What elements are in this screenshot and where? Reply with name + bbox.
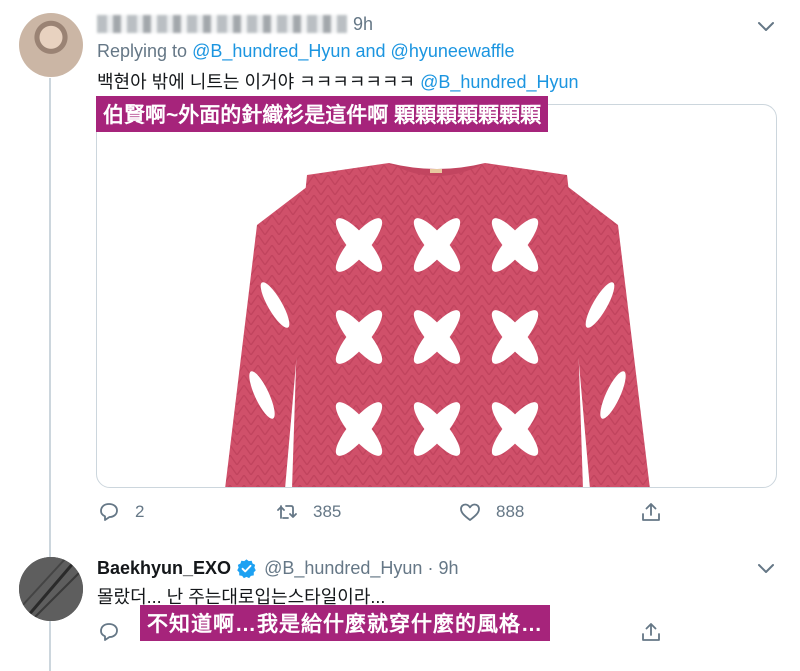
tweet-header: 9h: [97, 12, 373, 36]
tweet-mention-link[interactable]: @B_hundred_Hyun: [420, 72, 578, 92]
reply-mention-link[interactable]: @hyuneewaffle: [391, 41, 515, 61]
subtitle-translation: 伯賢啊~外面的針織衫是這件啊 顆顆顆顆顆顆顆: [96, 96, 549, 132]
tweet-media-image[interactable]: [96, 104, 777, 488]
reply-mention-link[interactable]: @B_hundred_Hyun: [192, 41, 350, 61]
like-count: 888: [496, 502, 525, 521]
reply-and-text: and: [355, 41, 386, 61]
tweet-body: 백현아 밖에 니트는 이거야 ㅋㅋㅋㅋㅋㅋㅋ: [97, 72, 416, 92]
user-handle[interactable]: @B_hundred_Hyun: [264, 558, 422, 579]
retweet-count: 385: [313, 502, 342, 521]
header-separator: ·: [427, 557, 434, 578]
avatar[interactable]: [19, 13, 83, 77]
retweet-icon: [277, 505, 297, 519]
avatar-image: [19, 557, 83, 621]
like-icon: [460, 503, 480, 521]
replying-to-label: Replying to: [97, 41, 188, 61]
tweet-time[interactable]: 9h: [353, 14, 373, 35]
verified-badge-icon: [237, 558, 256, 578]
reply-icon: [100, 503, 118, 521]
share-icon: [642, 623, 660, 641]
reply-button[interactable]: 2: [97, 500, 144, 524]
display-name[interactable]: Baekhyun_EXO: [97, 558, 231, 579]
share-button[interactable]: [639, 620, 677, 644]
blurred-username: [97, 15, 347, 33]
tweet-header: Baekhyun_EXO @B_hundred_Hyun · 9h: [97, 556, 458, 580]
replying-to-line: Replying to @B_hundred_Hyun and @hyuneew…: [97, 41, 515, 62]
sweater-image: [225, 163, 650, 487]
share-button[interactable]: [639, 500, 677, 524]
reply-button[interactable]: [97, 620, 135, 644]
subtitle-translation: 不知道啊…我是給什麼就穿什麼的風格…: [140, 605, 550, 641]
retweet-button[interactable]: 385: [275, 500, 341, 524]
like-button[interactable]: 888: [458, 500, 524, 524]
avatar[interactable]: [19, 557, 83, 621]
tweet-actions: 2 385 888: [97, 500, 677, 530]
reply-icon: [100, 623, 118, 641]
reply-count: 2: [135, 502, 145, 521]
chevron-down-icon[interactable]: [754, 14, 778, 38]
chevron-down-icon[interactable]: [754, 556, 778, 580]
tweet-time[interactable]: 9h: [438, 558, 458, 579]
tweet-text: 백현아 밖에 니트는 이거야 ㅋㅋㅋㅋㅋㅋㅋ @B_hundred_Hyun: [97, 68, 579, 94]
share-icon: [642, 503, 660, 521]
